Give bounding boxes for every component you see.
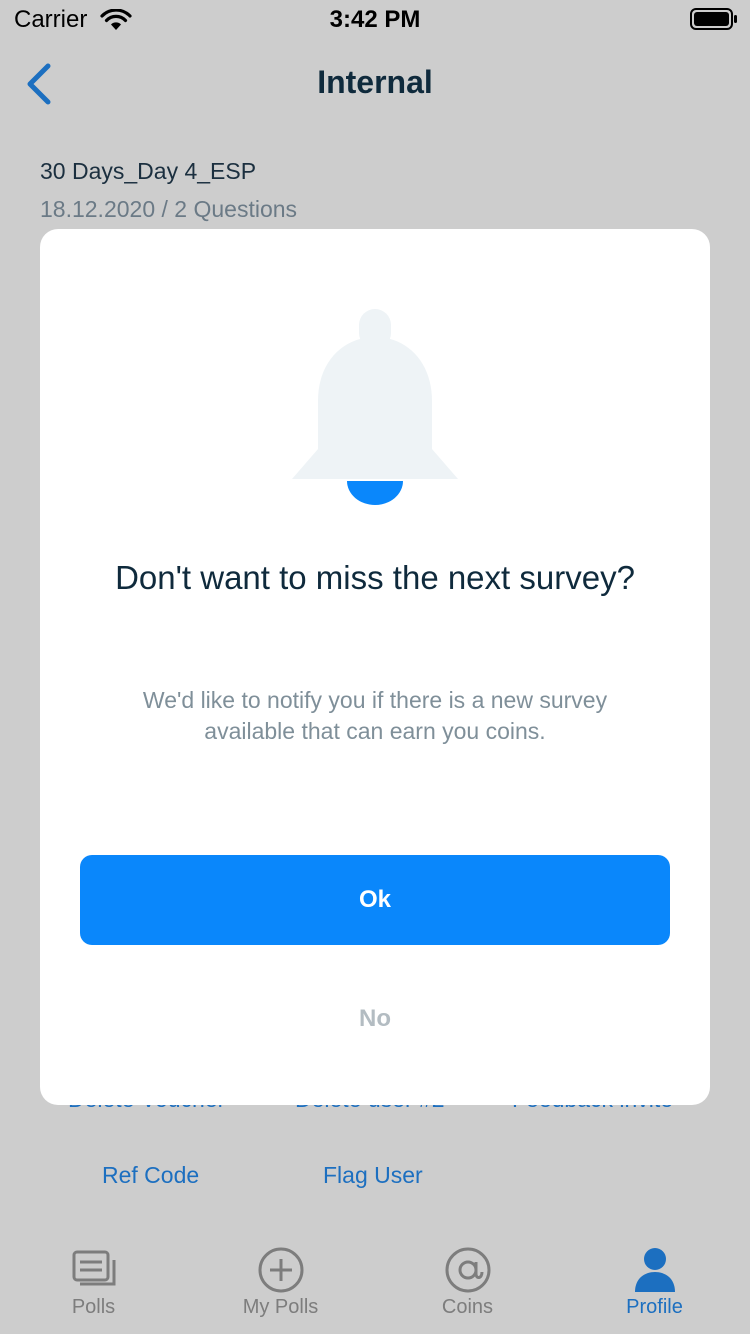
add-circle-icon	[258, 1247, 303, 1293]
modal-message: We'd like to notify you if there is a ne…	[142, 687, 608, 744]
tab-my-polls[interactable]: My Polls	[187, 1230, 374, 1334]
no-button[interactable]: No	[80, 979, 670, 1059]
tab-label: Coins	[441, 1296, 494, 1318]
modal-title: Don't want to miss the next survey?	[115, 559, 635, 596]
tab-bar: Polls My Polls Coins Profile	[0, 1230, 750, 1334]
page-title: Internal	[317, 64, 433, 100]
tab-coins[interactable]: Coins	[374, 1230, 561, 1334]
poll-meta: 18.12.2020 / 2 Questions	[40, 196, 298, 222]
at-circle-icon	[445, 1247, 490, 1293]
flag-user-link[interactable]: Flag User	[323, 1162, 423, 1189]
bell-icon	[292, 309, 458, 505]
profile-icon	[634, 1248, 675, 1292]
ok-button[interactable]: Ok	[80, 855, 670, 945]
polls-icon	[72, 1250, 115, 1286]
tab-label: My Polls	[242, 1296, 319, 1318]
tab-label: Profile	[626, 1296, 683, 1318]
status-bar: Carrier 3:42 PM	[0, 0, 750, 40]
tab-profile[interactable]: Profile	[561, 1230, 748, 1334]
battery-icon	[690, 8, 737, 30]
poll-title: 30 Days_Day 4_ESP	[40, 158, 257, 184]
ref-code-link[interactable]: Ref Code	[102, 1162, 199, 1189]
notification-modal: Don't want to miss the next survey? We'd…	[40, 229, 710, 1105]
clock: 3:42 PM	[329, 6, 421, 33]
tab-label: Polls	[71, 1296, 116, 1318]
tab-polls[interactable]: Polls	[0, 1230, 187, 1334]
